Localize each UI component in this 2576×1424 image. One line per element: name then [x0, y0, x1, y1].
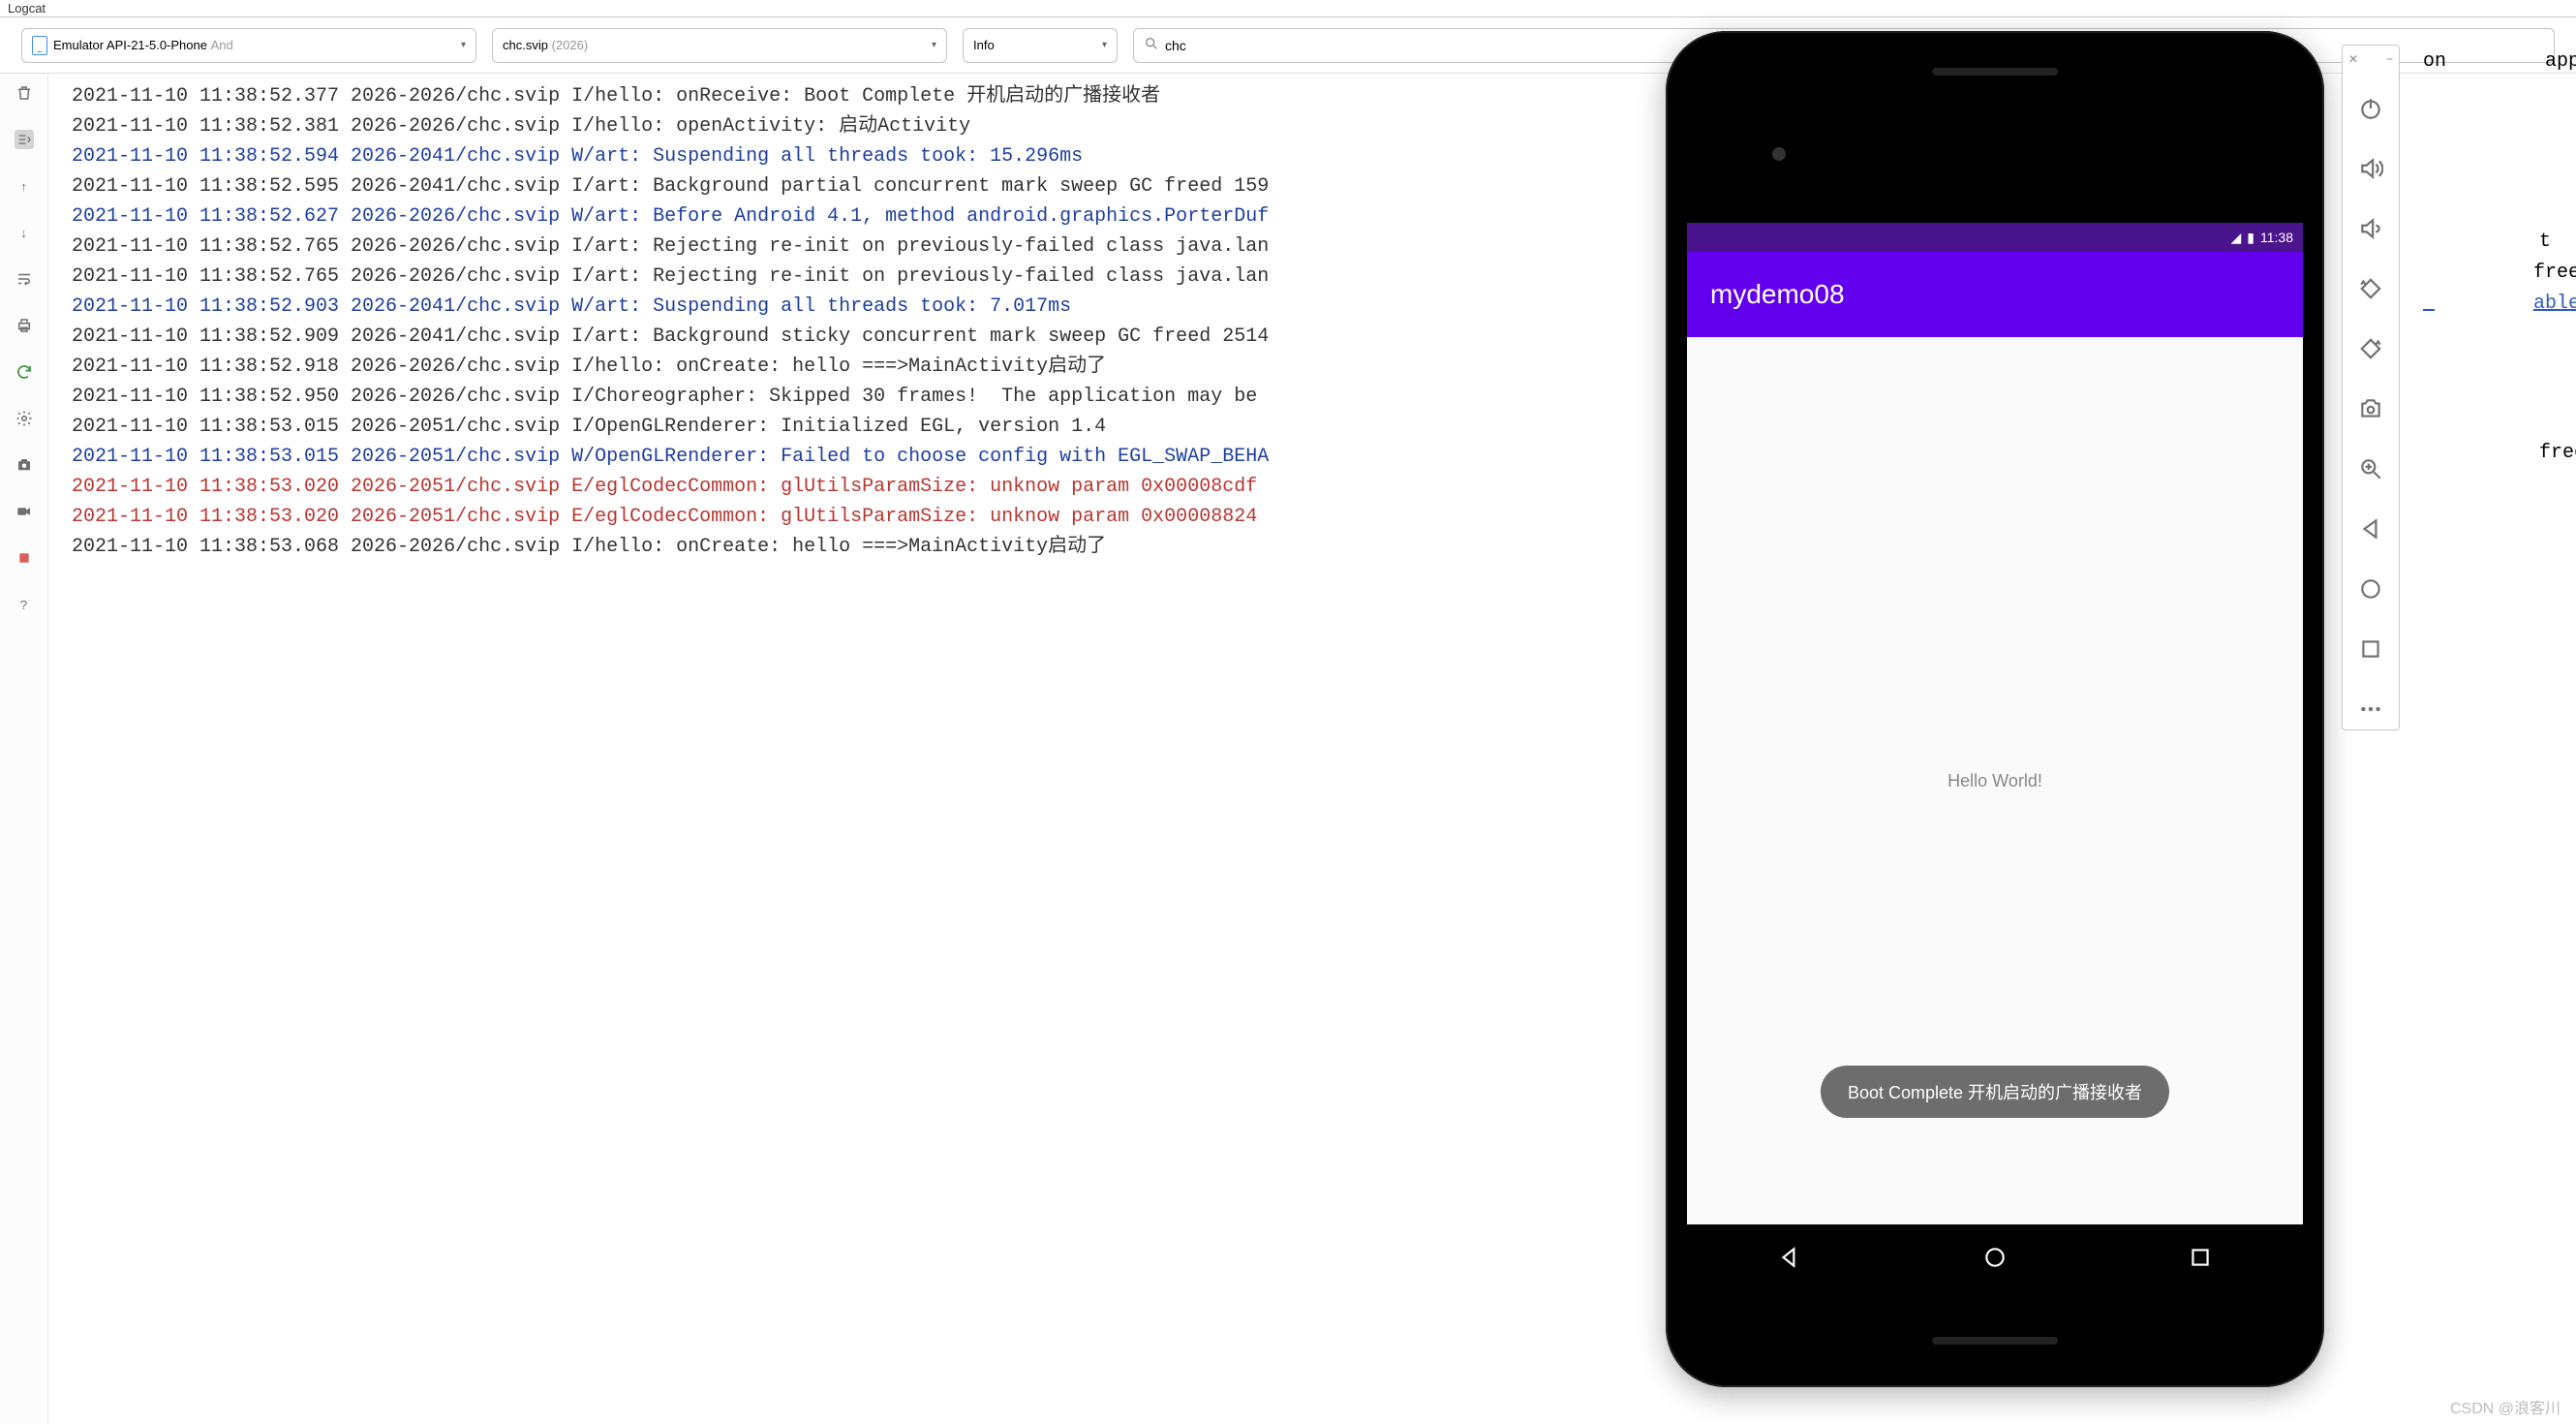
device-icon: [32, 36, 47, 55]
emulator-toolbar: ✕ −: [2342, 45, 2400, 730]
device-name: Emulator API-21-5.0-Phone: [53, 38, 207, 52]
toast: Boot Complete 开机启动的广播接收者: [1821, 1066, 2169, 1118]
left-gutter: ↑ ↓ ?: [0, 74, 48, 1424]
app-selector[interactable]: chc.svip (2026) ▾: [492, 28, 947, 63]
arrow-down-icon[interactable]: ↓: [15, 223, 34, 242]
device-selector[interactable]: Emulator API-21-5.0-Phone And ▾: [21, 28, 476, 63]
nav-back-icon[interactable]: [1777, 1245, 1802, 1270]
soft-wrap-icon[interactable]: [15, 269, 34, 289]
rotate-right-icon[interactable]: [2358, 336, 2383, 361]
camera-icon[interactable]: [15, 455, 34, 475]
more-icon[interactable]: [2358, 697, 2383, 722]
app-name: chc.svip: [503, 38, 548, 52]
device-suffix: And: [211, 38, 233, 52]
gear-icon[interactable]: [15, 409, 34, 428]
tab-bar: Logcat: [0, 0, 2576, 17]
home-icon[interactable]: [2358, 576, 2383, 602]
app-pid: (2026): [552, 38, 589, 52]
chevron-down-icon: ▾: [1102, 40, 1107, 50]
emulator-window: ◢ ▮ 11:38 mydemo08 Hello World! Boot Com…: [1666, 31, 2324, 1387]
scroll-to-end-icon[interactable]: [15, 130, 34, 149]
signal-icon: ◢: [2231, 230, 2242, 246]
screenshot-icon[interactable]: [2358, 396, 2383, 421]
emulator-toolbar-top: ✕ −: [2343, 46, 2399, 73]
back-icon[interactable]: [2358, 516, 2383, 542]
app-body: Hello World! Boot Complete 开机启动的广播接收者: [1687, 337, 2303, 1224]
trash-icon[interactable]: [15, 83, 34, 103]
app-bar: mydemo08: [1687, 252, 2303, 337]
rotate-left-icon[interactable]: [2358, 276, 2383, 301]
phone-screen[interactable]: ◢ ▮ 11:38 mydemo08 Hello World! Boot Com…: [1687, 223, 2303, 1224]
hello-text: Hello World!: [1947, 771, 2042, 791]
phone-camera: [1772, 147, 1786, 161]
nav-home-icon[interactable]: [1982, 1245, 2008, 1270]
battery-icon: ▮: [2247, 230, 2254, 246]
stop-icon[interactable]: [15, 548, 34, 568]
status-time: 11:38: [2260, 230, 2293, 245]
power-icon[interactable]: [2358, 96, 2383, 121]
level-value: Info: [973, 38, 995, 52]
zoom-icon[interactable]: [2358, 456, 2383, 481]
close-icon[interactable]: ✕: [2348, 52, 2358, 66]
restart-icon[interactable]: [15, 362, 34, 382]
chevron-down-icon: ▾: [932, 40, 936, 50]
tab-logcat[interactable]: Logcat: [8, 1, 46, 15]
arrow-up-icon[interactable]: ↑: [15, 176, 34, 196]
search-icon: [1144, 36, 1159, 54]
watermark: CSDN @浪客川: [2450, 1395, 2561, 1418]
nav-bar: [1687, 1224, 2303, 1290]
phone-speaker-top: [1932, 68, 2058, 76]
overview-icon[interactable]: [2358, 636, 2383, 662]
status-bar: ◢ ▮ 11:38: [1687, 223, 2303, 252]
phone-frame: ◢ ▮ 11:38 mydemo08 Hello World! Boot Com…: [1666, 31, 2324, 1387]
volume-up-icon[interactable]: [2358, 156, 2383, 181]
phone-speaker-bottom: [1932, 1337, 2058, 1345]
help-icon[interactable]: ?: [15, 595, 34, 614]
level-selector[interactable]: Info ▾: [963, 28, 1118, 63]
nav-recent-icon[interactable]: [2188, 1245, 2213, 1270]
minimize-icon[interactable]: −: [2386, 52, 2393, 66]
print-icon[interactable]: [15, 316, 34, 335]
app-title: mydemo08: [1710, 279, 1845, 310]
volume-down-icon[interactable]: [2358, 216, 2383, 241]
chevron-down-icon: ▾: [461, 40, 466, 50]
record-icon[interactable]: [15, 502, 34, 521]
